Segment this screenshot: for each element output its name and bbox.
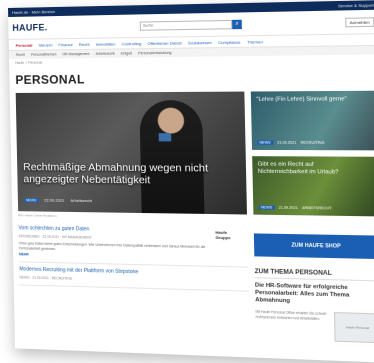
browser-page: Haufe.de · Mein Bereich Service & Suppor… <box>8 0 374 363</box>
side-teaser-meta: NEWS 21.09.2021 ARBEITSRECHT <box>258 205 332 211</box>
page-title: PERSONAL <box>15 72 85 87</box>
side-teaser-date: 21.09.2021 <box>277 140 297 145</box>
nav-item-compliance[interactable]: Compliance <box>215 39 244 45</box>
content-grid: Rechtmäßige Abmahnung wegen nicht angeze… <box>15 90 374 344</box>
subnav-item[interactable]: Arbeitsrecht <box>92 52 117 56</box>
nav-item-themen[interactable]: Themen <box>244 39 266 45</box>
news-badge: NEWS <box>257 140 273 145</box>
subnav-item[interactable]: Personalentwicklung <box>135 51 175 56</box>
nav-item-controlling[interactable]: Controlling <box>118 40 144 45</box>
nav-item-steuern[interactable]: Steuern <box>35 42 55 47</box>
side-teaser-category[interactable]: ARBEITSRECHT <box>302 206 332 211</box>
nav-item-oeffentlicher-dienst[interactable]: Öffentlicher Dienst <box>144 40 185 46</box>
side-teaser-1[interactable]: "Lehre (Fin Lehre) Sinnvoll gerne" NEWS … <box>250 90 374 151</box>
nav-item-finance[interactable]: Finance <box>55 41 75 47</box>
side-teaser-text[interactable]: "Lehre (Fin Lehre) Sinnvoll gerne" <box>256 96 355 104</box>
hero-image-phone <box>158 133 172 142</box>
topbar-left-link[interactable]: Haufe.de · Mein Bereich <box>12 9 55 15</box>
list-item[interactable]: Vom schlechten zu guten Daten SPONSORED … <box>18 221 249 268</box>
news-badge: NEWS <box>258 205 275 210</box>
side-teaser-2[interactable]: Gibt es ein Recht auf Nichterreichbarkei… <box>252 156 374 217</box>
list-item[interactable]: Modernes Recruiting mit der Plattform vo… <box>19 262 249 292</box>
nav-item-immobilien[interactable]: Immobilien <box>93 41 119 46</box>
subnav-item[interactable]: Entgelt <box>118 51 135 55</box>
image-caption: Bild: Haufe Online Redaktion <box>18 213 57 218</box>
article-list: Vom schlechten zu guten Daten SPONSORED … <box>18 221 249 292</box>
article-title[interactable]: Vom schlechten zu guten Daten <box>18 225 247 235</box>
hero-teaser[interactable]: Rechtmäßige Abmahnung wegen nicht angeze… <box>15 91 247 215</box>
side-teaser-category[interactable]: RECRUITING <box>301 141 325 145</box>
subnav-item[interactable]: HR-Management <box>59 52 92 56</box>
hero-category[interactable]: Arbeitsrecht <box>70 198 92 203</box>
haufe-logo[interactable]: HAUFE. <box>12 22 74 33</box>
shop-button[interactable]: ZUM HAUFE SHOP <box>253 233 374 260</box>
news-badge: NEWS <box>23 197 39 202</box>
subnav-item[interactable]: Recht <box>13 53 28 57</box>
subnav-item[interactable]: Personalthemen <box>28 52 60 56</box>
side-teaser-meta: NEWS 21.09.2021 RECRUITING <box>257 140 325 145</box>
hero-date: 22.09.2021 <box>44 197 65 203</box>
book-cover-image[interactable]: Haufe Personal <box>333 312 374 344</box>
search-icon[interactable]: ⌕ <box>232 19 242 29</box>
hero-meta: NEWS 22.09.2021 Arbeitsrecht <box>23 197 92 203</box>
search-bar: ⌕ <box>139 19 242 31</box>
side-teaser-date: 21.09.2021 <box>278 205 298 210</box>
thema-box: ZUM THEMA PERSONAL Die HR-Software für e… <box>254 268 374 344</box>
search-input[interactable] <box>139 19 233 31</box>
hero-headline[interactable]: Rechtmäßige Abmahnung wegen nicht angeze… <box>23 161 240 187</box>
nav-item-sozialwesen[interactable]: Sozialwesen <box>185 39 215 45</box>
sponsor-logo: Haufe Gruppe <box>215 229 231 240</box>
account-button[interactable]: Anmelden <box>345 16 374 27</box>
hero-image-person <box>139 100 205 214</box>
thema-header: ZUM THEMA PERSONAL <box>254 268 374 282</box>
side-teaser-text[interactable]: Gibt es ein Recht auf Nichterreichbarkei… <box>258 161 357 176</box>
nav-item-recht[interactable]: Recht <box>76 41 93 46</box>
topbar-right-link[interactable]: Service & Support <box>338 2 374 8</box>
shop-button-label: ZUM HAUFE SHOP <box>291 242 341 250</box>
nav-item-personal[interactable]: Personal <box>13 42 36 47</box>
thema-title[interactable]: Die HR-Software für erfolgreiche Persona… <box>255 282 374 308</box>
thema-body: Mit Haufe Personal Office erhalten Sie s… <box>255 309 327 321</box>
